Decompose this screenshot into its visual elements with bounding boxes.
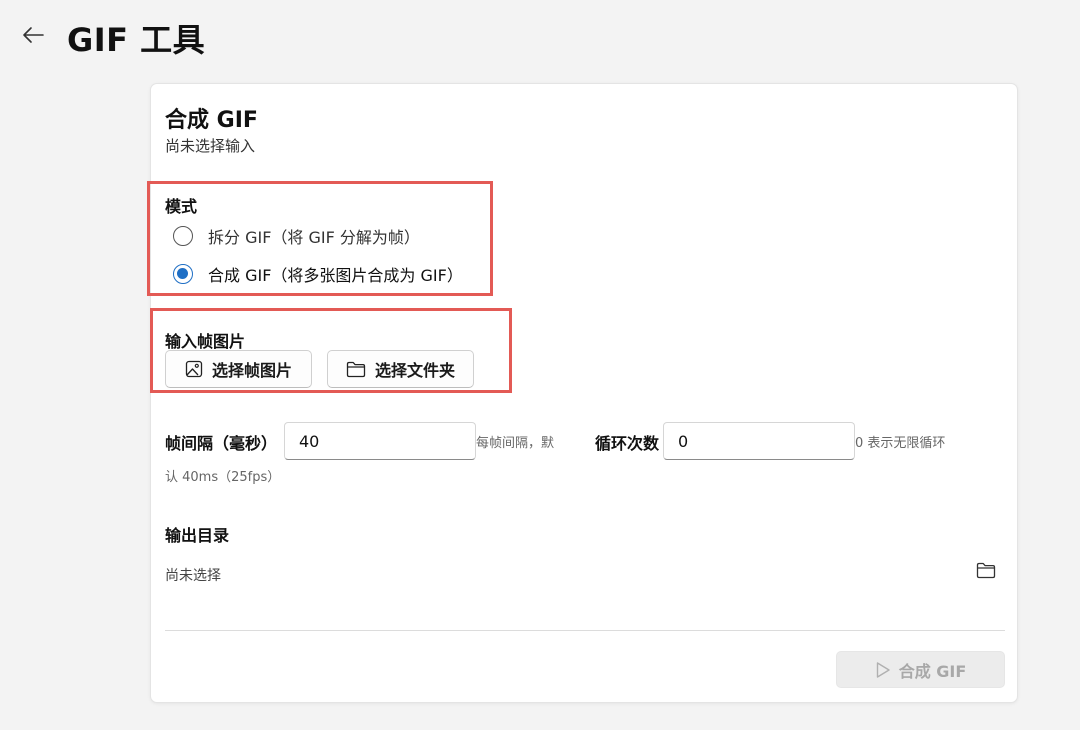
card-subtitle: 尚未选择输入 bbox=[165, 137, 256, 155]
select-folder-button[interactable]: 选择文件夹 bbox=[327, 350, 474, 388]
radio-split-gif-label: 拆分 GIF（将 GIF 分解为帧） bbox=[208, 228, 420, 247]
frame-interval-hint-line1: 每帧间隔，默 bbox=[476, 436, 555, 451]
divider bbox=[165, 630, 1005, 631]
select-folder-label: 选择文件夹 bbox=[374, 361, 455, 380]
frame-interval-label: 帧间隔（毫秒） bbox=[165, 434, 278, 453]
compose-gif-button-label: 合成 GIF bbox=[898, 661, 967, 681]
frame-interval-hint-line2: 认 40ms（25fps） bbox=[165, 470, 281, 485]
mode-label: 模式 bbox=[165, 197, 198, 216]
radio-button-checked[interactable] bbox=[173, 264, 193, 284]
loop-count-input[interactable] bbox=[663, 422, 855, 460]
loop-count-label: 循环次数 bbox=[595, 434, 660, 453]
radio-compose-gif[interactable]: 合成 GIF（将多张图片合成为 GIF） bbox=[173, 262, 463, 286]
image-icon bbox=[185, 360, 203, 378]
select-frame-images-button[interactable]: 选择帧图片 bbox=[165, 350, 312, 388]
folder-icon bbox=[346, 361, 366, 378]
radio-button[interactable] bbox=[173, 226, 193, 246]
output-dir-value: 尚未选择 bbox=[165, 568, 221, 584]
arrow-left-icon bbox=[21, 25, 45, 49]
play-icon bbox=[875, 661, 891, 679]
radio-compose-gif-label: 合成 GIF（将多张图片合成为 GIF） bbox=[208, 266, 463, 285]
folder-icon bbox=[976, 562, 996, 583]
back-button[interactable] bbox=[18, 22, 48, 52]
select-frame-images-label: 选择帧图片 bbox=[211, 361, 292, 380]
card-title: 合成 GIF bbox=[165, 108, 258, 133]
compose-gif-card: 合成 GIF 尚未选择输入 模式 拆分 GIF（将 GIF 分解为帧） 合成 G… bbox=[147, 83, 1018, 703]
page-title: GIF 工具 bbox=[67, 21, 206, 59]
browse-output-dir-button[interactable] bbox=[974, 561, 998, 583]
loop-count-hint: 0 表示无限循环 bbox=[855, 436, 946, 451]
compose-gif-button[interactable]: 合成 GIF bbox=[836, 651, 1005, 688]
input-frames-label: 输入帧图片 bbox=[165, 332, 246, 351]
output-dir-label: 输出目录 bbox=[165, 526, 230, 545]
frame-interval-input[interactable] bbox=[284, 422, 476, 460]
radio-split-gif[interactable]: 拆分 GIF（将 GIF 分解为帧） bbox=[173, 224, 420, 248]
